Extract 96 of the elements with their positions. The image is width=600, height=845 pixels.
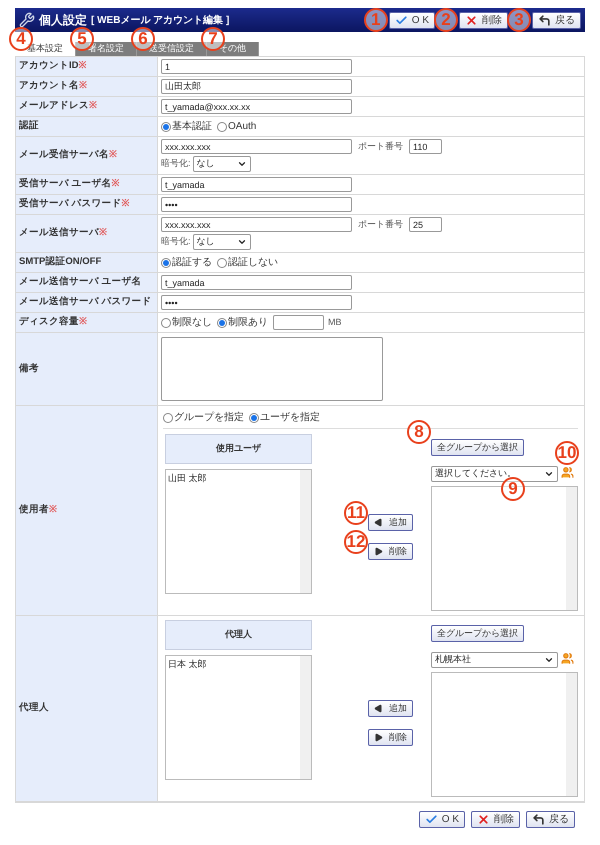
- input-field[interactable]: 25: [409, 217, 442, 232]
- input-field[interactable]: t_yamada: [161, 275, 352, 290]
- field-label-cell: メール送信サーバ※: [16, 215, 158, 252]
- ok-button[interactable]: O K: [418, 811, 465, 828]
- radio-label: グループを指定: [174, 410, 244, 425]
- input-field[interactable]: 1: [161, 59, 352, 74]
- list-header: 代理人: [165, 620, 312, 650]
- radio-button[interactable]: [217, 122, 227, 132]
- field-label-cell: アカウント名※: [16, 77, 158, 96]
- radio-button[interactable]: [217, 318, 227, 328]
- page-subtitle: [ WEBメール アカウント編集 ]: [91, 14, 230, 28]
- group-icon: [561, 466, 574, 478]
- return-arrow-icon: [532, 813, 545, 826]
- right-triangle-icon: [374, 733, 383, 742]
- left-triangle-icon: [374, 518, 383, 527]
- tools-icon: [19, 12, 35, 28]
- select-field[interactable]: 札幌本社: [431, 652, 558, 668]
- field-label-cell: 受信サーバ ユーザ名※: [16, 175, 158, 194]
- close-icon: [477, 813, 490, 826]
- field-label-cell: 備考: [16, 333, 158, 405]
- left-triangle-icon: [374, 704, 383, 713]
- input-field[interactable]: t_yamada@xxx.xx.xx: [161, 99, 352, 114]
- radio-label: 認証しない: [228, 256, 278, 270]
- page-title: 個人設定: [39, 12, 87, 29]
- input-field[interactable]: xxx.xxx.xxx: [161, 139, 352, 154]
- callout-number: 11: [344, 501, 368, 525]
- delete-button[interactable]: 削除: [471, 811, 520, 828]
- field-label-cell: メール受信サーバ名※: [16, 137, 158, 174]
- back-button[interactable]: 戻る: [526, 811, 575, 828]
- radio-label: OAuth: [228, 120, 256, 134]
- input-field[interactable]: ••••: [161, 197, 352, 212]
- select-field[interactable]: なし: [192, 234, 251, 250]
- radio-button[interactable]: [217, 258, 227, 268]
- back-button[interactable]: 戻る: [532, 12, 581, 28]
- close-icon: [465, 14, 478, 26]
- unit-label: MB: [328, 316, 342, 329]
- delete-button[interactable]: 削除: [459, 12, 508, 28]
- callout-number: 1: [364, 8, 388, 32]
- field-label-cell: メールアドレス※: [16, 97, 158, 116]
- radio-button[interactable]: [161, 122, 171, 132]
- callout-number: 2: [434, 8, 458, 32]
- port-label: ポート番号: [358, 140, 403, 153]
- port-label: ポート番号: [358, 218, 403, 231]
- radio-button[interactable]: [161, 318, 171, 328]
- field-label-cell: 使用者※: [16, 406, 158, 615]
- notes-field[interactable]: [161, 337, 383, 401]
- input-field[interactable]: 110: [409, 139, 442, 154]
- select-field[interactable]: 選択してください。: [431, 466, 558, 482]
- add-button[interactable]: 追加: [368, 514, 413, 531]
- group-icon: [561, 652, 574, 664]
- input-field[interactable]: t_yamada: [161, 177, 352, 192]
- callout-number: 12: [344, 530, 368, 554]
- right-triangle-icon: [374, 547, 383, 556]
- field-label-cell: ディスク容量※: [16, 313, 158, 332]
- radio-label: 認証する: [172, 256, 212, 270]
- field-label-cell: アカウントID※: [16, 57, 158, 76]
- radio-button[interactable]: [249, 412, 259, 422]
- select-field[interactable]: なし: [192, 156, 251, 172]
- list-box[interactable]: 山田 太郎: [165, 469, 312, 594]
- radio-label: 基本認証: [172, 120, 212, 134]
- group-select-button[interactable]: 全グループから選択: [431, 439, 524, 456]
- field-label-cell: SMTP認証ON/OFF: [16, 253, 158, 272]
- chevron-down-icon: [236, 159, 247, 169]
- input-field[interactable]: 山田太郎: [161, 79, 352, 94]
- field-label-cell: 認証: [16, 117, 158, 136]
- radio-label: 制限なし: [172, 316, 212, 330]
- input-field[interactable]: [273, 315, 324, 330]
- remove-button[interactable]: 削除: [368, 543, 413, 560]
- check-icon: [394, 14, 408, 26]
- encryption-label: 暗号化:: [161, 157, 191, 170]
- radio-button[interactable]: [163, 412, 173, 422]
- callout-number: 8: [407, 420, 431, 444]
- field-label-cell: メール送信サーバ ユーザ名: [16, 273, 158, 292]
- add-button[interactable]: 追加: [368, 700, 413, 717]
- callout-number: 3: [507, 8, 531, 32]
- remove-button[interactable]: 削除: [368, 729, 413, 746]
- input-field[interactable]: xxx.xxx.xxx: [161, 217, 352, 232]
- return-arrow-icon: [538, 14, 551, 26]
- list-box[interactable]: 日本 太郎: [165, 655, 312, 780]
- radio-label: ユーザを指定: [260, 410, 320, 425]
- encryption-label: 暗号化:: [161, 235, 191, 248]
- list-item[interactable]: 山田 太郎: [168, 472, 297, 486]
- list-box[interactable]: [431, 672, 578, 797]
- field-label-cell: 代理人: [16, 616, 158, 801]
- ok-button[interactable]: O K: [388, 12, 435, 28]
- field-label-cell: メール送信サーバ パスワード: [16, 293, 158, 312]
- field-label-cell: 受信サーバ パスワード※: [16, 195, 158, 214]
- check-icon: [424, 813, 438, 826]
- radio-button[interactable]: [161, 258, 171, 268]
- list-item[interactable]: 日本 太郎: [168, 658, 297, 672]
- list-header: 使用ユーザ: [165, 434, 312, 464]
- chevron-down-icon: [236, 237, 247, 247]
- input-field[interactable]: ••••: [161, 295, 352, 310]
- radio-label: 制限あり: [228, 316, 268, 330]
- group-select-button[interactable]: 全グループから選択: [431, 625, 524, 642]
- callout-number: 10: [555, 440, 579, 464]
